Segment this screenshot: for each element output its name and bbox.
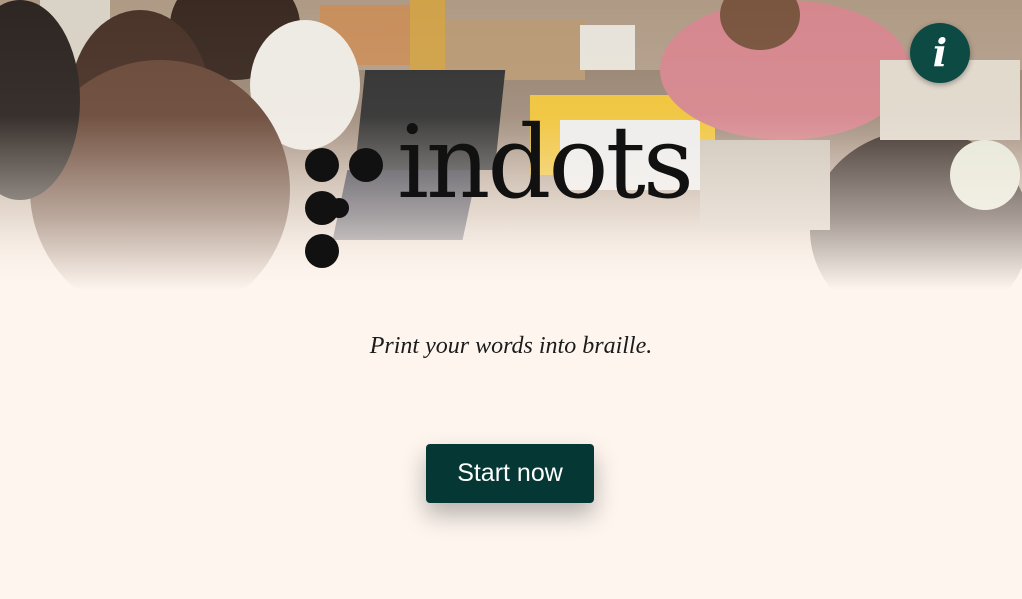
- start-now-button[interactable]: Start now: [426, 444, 594, 503]
- info-button[interactable]: i: [910, 23, 970, 83]
- info-icon: i: [932, 30, 948, 75]
- logo: indots: [305, 113, 725, 270]
- logo-wordmark: indots: [397, 104, 694, 221]
- braille-dots-icon: [305, 148, 383, 268]
- tagline: Print your words into braille.: [369, 333, 653, 359]
